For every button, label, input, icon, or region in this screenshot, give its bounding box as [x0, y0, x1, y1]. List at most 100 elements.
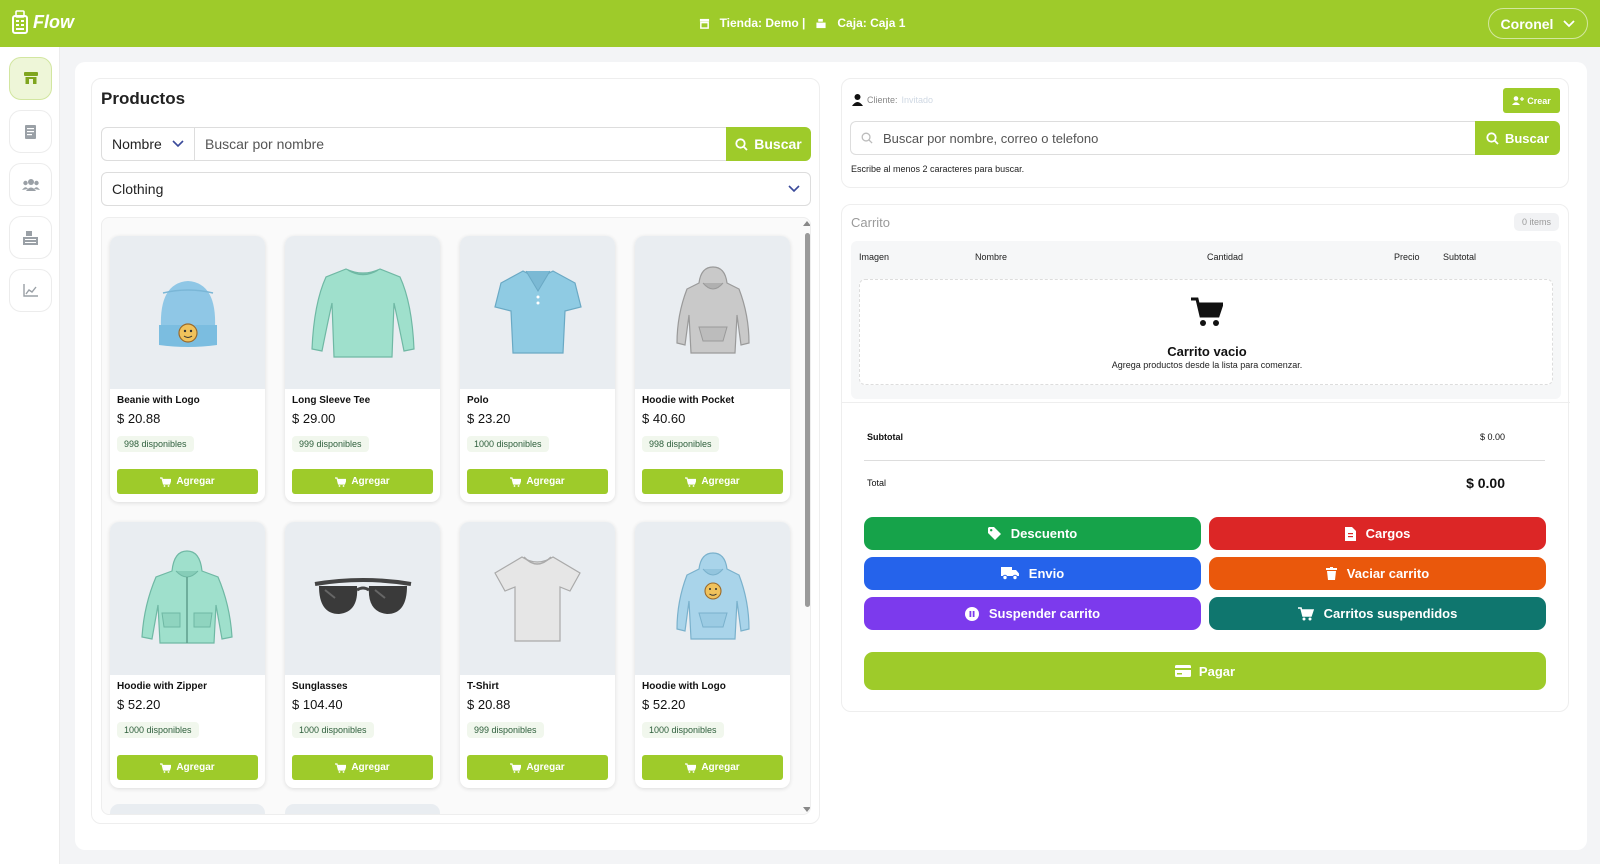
client-search-button[interactable]: Buscar	[1475, 121, 1560, 155]
add-to-cart-label: Agregar	[526, 476, 565, 487]
users-icon	[21, 179, 40, 191]
product-search-button[interactable]: Buscar	[726, 127, 811, 161]
product-price: $ 52.20	[117, 697, 161, 712]
add-to-cart-button[interactable]: Agregar	[292, 469, 433, 494]
create-client-label: Crear	[1527, 95, 1551, 106]
category-select[interactable]: Clothing	[101, 172, 811, 206]
pay-button[interactable]: Pagar	[864, 652, 1546, 690]
scroll-thumb[interactable]	[805, 233, 810, 607]
cart-item-count: 0 items	[1513, 213, 1559, 231]
product-name: Hoodie with Logo	[642, 681, 726, 692]
shipping-button[interactable]: Envio	[864, 557, 1201, 590]
product-search-row: Nombre Buscar	[101, 127, 811, 161]
stock-badge: 999 disponibles	[292, 436, 369, 452]
total-label: Total	[867, 478, 887, 488]
category-value: Clothing	[112, 181, 164, 197]
column-header-quantity: Cantidad	[1207, 252, 1244, 262]
cart-plus-icon	[510, 762, 522, 773]
search-icon	[1486, 131, 1499, 145]
create-client-button[interactable]: Crear	[1503, 88, 1560, 113]
shopping-cart-icon	[1297, 606, 1314, 620]
product-search-input[interactable]	[195, 127, 726, 161]
product-image[interactable]	[110, 236, 265, 389]
product-card[interactable]: Long Sleeve Tee $ 29.00 999 disponibles Agr…	[285, 236, 440, 502]
scroll-up-arrow[interactable]	[803, 221, 810, 226]
column-header-subtotal: Subtotal	[1443, 252, 1477, 262]
store-label: Tienda: Demo |	[719, 16, 806, 30]
add-to-cart-label: Agregar	[351, 476, 390, 487]
column-header-image: Imagen	[859, 252, 890, 262]
product-name: Beanie with Logo	[117, 395, 200, 406]
product-card[interactable]: Hoodie with Logo $ 52.20 1000 disponibles A…	[635, 522, 790, 788]
add-to-cart-button[interactable]: Agregar	[642, 469, 783, 494]
product-name: Hoodie with Pocket	[642, 395, 735, 406]
cart-plus-icon	[685, 476, 697, 487]
empty-cart-label: Vaciar carrito	[1346, 566, 1430, 581]
empty-cart-button[interactable]: Vaciar carrito	[1209, 557, 1546, 590]
empty-cart-state: Carrito vacio Agrega productos desde la …	[859, 279, 1553, 385]
product-card[interactable]: Sunglasses $ 104.40 1000 disponibles Agrega…	[285, 522, 440, 788]
add-to-cart-button[interactable]: Agregar	[117, 469, 258, 494]
add-to-cart-button[interactable]: Agregar	[467, 755, 608, 780]
truck-icon	[1000, 567, 1019, 580]
stock-badge: 999 disponibles	[467, 722, 544, 738]
product-image[interactable]	[285, 236, 440, 389]
top-bar: Flow Tienda: Demo | Caja: Caja 1 Coronel	[0, 0, 1600, 47]
cart-plus-icon	[160, 762, 172, 773]
product-image[interactable]	[460, 236, 615, 389]
column-header-price: Precio	[1394, 252, 1420, 262]
stock-badge: 1000 disponibles	[117, 722, 199, 738]
chart-line-icon	[23, 284, 38, 297]
cart-title: Carrito	[851, 215, 891, 230]
cash-register-icon	[816, 18, 826, 28]
add-to-cart-button[interactable]: Agregar	[117, 755, 258, 780]
column-header-name: Nombre	[975, 252, 1008, 262]
product-card[interactable]: Hoodie with Pocket $ 40.60 998 disponibles…	[635, 236, 790, 502]
product-card[interactable]: Polo $ 23.20 1000 disponibles Agregar	[460, 236, 615, 502]
discount-button[interactable]: Descuento	[864, 517, 1201, 550]
scroll-down-arrow[interactable]	[803, 807, 810, 812]
suspend-cart-button[interactable]: Suspender carrito	[864, 597, 1201, 630]
charges-button[interactable]: Cargos	[1209, 517, 1546, 550]
product-price: $ 20.88	[467, 697, 511, 712]
product-price: $ 29.00	[292, 411, 336, 426]
sidebar-item-inventory[interactable]	[9, 216, 52, 259]
search-field-select[interactable]: Nombre	[101, 127, 195, 161]
product-image[interactable]	[460, 522, 615, 675]
shipping-label: Envio	[1028, 566, 1065, 581]
product-card[interactable]: T-Shirt $ 20.88 999 disponibles Agregar	[460, 522, 615, 788]
add-to-cart-button[interactable]: Agregar	[642, 755, 783, 780]
product-price: $ 40.60	[642, 411, 686, 426]
product-card[interactable]: Hoodie with Zipper $ 52.20 1000 disponible…	[110, 522, 265, 788]
product-scrollbar[interactable]	[802, 218, 810, 814]
sidebar-item-customers[interactable]	[9, 163, 52, 206]
user-plus-icon	[1512, 96, 1525, 105]
product-image[interactable]	[635, 522, 790, 675]
subtotal-value: $ 0.00	[1479, 432, 1505, 442]
client-search-button-label: Buscar	[1504, 130, 1550, 146]
sidebar-item-pos[interactable]	[9, 57, 52, 100]
stock-badge: 998 disponibles	[117, 436, 194, 452]
sidebar-item-receipts[interactable]	[9, 110, 52, 153]
suspended-carts-label: Carritos suspendidos	[1323, 606, 1458, 621]
suspended-carts-button[interactable]: Carritos suspendidos	[1209, 597, 1546, 630]
chevron-down-icon	[172, 140, 184, 148]
add-to-cart-button[interactable]: Agregar	[467, 469, 608, 494]
divider	[864, 460, 1545, 461]
product-image[interactable]	[635, 236, 790, 389]
register-label: Caja: Caja 1	[837, 16, 906, 30]
user-menu-button[interactable]: Coronel	[1488, 8, 1588, 39]
client-search-placeholder: Buscar por nombre, correo o telefono	[883, 130, 1099, 146]
user-name: Coronel	[1500, 15, 1554, 32]
divider	[842, 402, 1570, 403]
add-to-cart-label: Agregar	[176, 476, 215, 487]
product-name: T-Shirt	[467, 681, 499, 692]
add-to-cart-button[interactable]: Agregar	[292, 755, 433, 780]
product-card[interactable]: Beanie with Logo $ 20.88 998 disponibles Ag…	[110, 236, 265, 502]
product-image[interactable]	[285, 522, 440, 675]
client-search-input[interactable]: Buscar por nombre, correo o telefono	[850, 121, 1475, 155]
cart-plus-icon	[160, 476, 172, 487]
client-search-hint: Escribe al menos 2 caracteres para busca…	[851, 164, 1025, 174]
product-image[interactable]	[110, 522, 265, 675]
sidebar-item-reports[interactable]	[9, 269, 52, 312]
